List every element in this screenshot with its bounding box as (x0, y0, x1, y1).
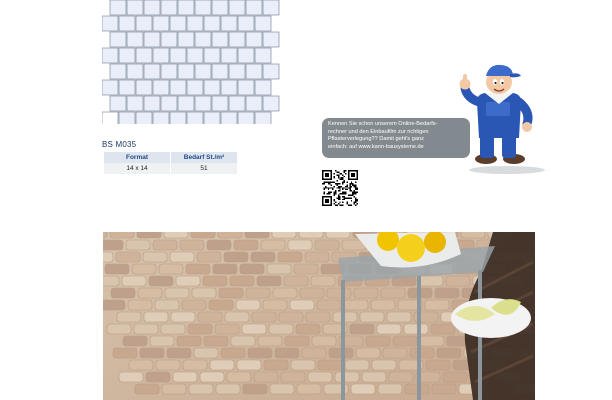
paving-stone (160, 63, 178, 80)
paving-stone (118, 111, 136, 124)
paving-stone (177, 31, 195, 48)
paving-stone (228, 0, 246, 16)
paving-stone (169, 79, 187, 96)
paving-stone (152, 15, 170, 32)
paving-stone (160, 0, 178, 16)
paving-stone (203, 47, 221, 64)
paving-stone (102, 15, 119, 32)
paving-stone (186, 79, 204, 96)
paving-stone (177, 95, 195, 112)
paving-stone (118, 15, 136, 32)
column-header-bedarf: Bedarf St./m² (170, 152, 238, 163)
paving-stone (118, 47, 136, 64)
paving-stone (186, 15, 204, 32)
paving-stone (194, 63, 212, 80)
paving-stone (262, 63, 280, 80)
paving-stone (160, 31, 178, 48)
paving-stone (237, 111, 255, 124)
paving-stone (245, 0, 263, 16)
paving-stone (211, 0, 229, 16)
bedarf-cell: 51 (170, 163, 238, 174)
paving-pattern-diagram (102, 0, 280, 124)
paving-stone (143, 0, 161, 16)
paving-stone (152, 47, 170, 64)
paving-stone (109, 31, 127, 48)
worker-mascot-icon (459, 64, 545, 174)
paving-stone (169, 15, 187, 32)
paving-stone (160, 95, 178, 112)
paving-stone (237, 15, 255, 32)
paving-stone (262, 31, 280, 48)
paving-stone (143, 31, 161, 48)
format-cell: 14 x 14 (104, 163, 171, 174)
paving-stone (126, 95, 144, 112)
paving-stone (152, 111, 170, 124)
paving-stone (135, 111, 153, 124)
paving-stone (126, 31, 144, 48)
info-speech-bubble: Kennen Sie schon unserem Online-Bedarfs-… (322, 118, 470, 158)
paving-stone (228, 95, 246, 112)
paving-stone (126, 63, 144, 80)
column-header-format: Format (104, 152, 171, 163)
product-code: BS M035 (102, 140, 137, 149)
spec-table: Format Bedarf St./m² 14 x 14 51 (104, 152, 238, 174)
paving-stone (237, 47, 255, 64)
paving-stone (109, 63, 127, 80)
paving-stone (194, 95, 212, 112)
paving-stone (262, 95, 280, 112)
paving-stone (245, 95, 263, 112)
paving-stone (220, 79, 238, 96)
paving-stone (194, 0, 212, 16)
paving-stone (135, 79, 153, 96)
patio-photo (103, 232, 535, 400)
paving-stone (186, 47, 204, 64)
paving-stone (102, 79, 119, 96)
paving-stone (254, 79, 272, 96)
paving-stone (211, 95, 229, 112)
paving-stone (220, 111, 238, 124)
paving-stone (177, 0, 195, 16)
paving-stone (186, 111, 204, 124)
paving-stone (262, 0, 280, 16)
paving-stone (169, 47, 187, 64)
paving-stone (228, 31, 246, 48)
paving-stone (203, 111, 221, 124)
paving-stone (254, 47, 272, 64)
paving-stone (245, 31, 263, 48)
spec-table-header-row: Format Bedarf St./m² (104, 152, 238, 163)
qr-code-icon (322, 170, 358, 206)
paving-stone (237, 79, 255, 96)
paving-stone (203, 15, 221, 32)
paving-stone (220, 15, 238, 32)
paving-stone (102, 47, 119, 64)
paving-stone (143, 95, 161, 112)
bubble-line: rechner und den Einbaufilm zur richtigen (328, 128, 429, 135)
paving-stone (194, 31, 212, 48)
paving-stone (254, 111, 272, 124)
paving-stone (245, 63, 263, 80)
paving-stone (109, 0, 127, 16)
paving-stone (118, 79, 136, 96)
paving-stone (102, 111, 119, 124)
paving-stone (169, 111, 187, 124)
bubble-line: Kennen Sie schon unserem Online-Bedarfs- (328, 121, 438, 127)
paving-stone (228, 63, 246, 80)
paving-stone (135, 47, 153, 64)
paving-stone (203, 79, 221, 96)
paving-stone (220, 47, 238, 64)
table-row: 14 x 14 51 (104, 163, 238, 174)
bubble-line: Pflasterverlegung?? Damit geht's ganz (328, 136, 424, 143)
paving-stone (135, 15, 153, 32)
paving-stone (254, 15, 272, 32)
paving-stone (143, 63, 161, 80)
paving-stone (177, 63, 195, 80)
paving-stone (126, 0, 144, 16)
paving-stone (152, 79, 170, 96)
paving-stone (211, 63, 229, 80)
paving-stone (109, 95, 127, 112)
bubble-line: einfach: auf www.kann-bausysteme.de (328, 143, 424, 150)
paving-stone (211, 31, 229, 48)
